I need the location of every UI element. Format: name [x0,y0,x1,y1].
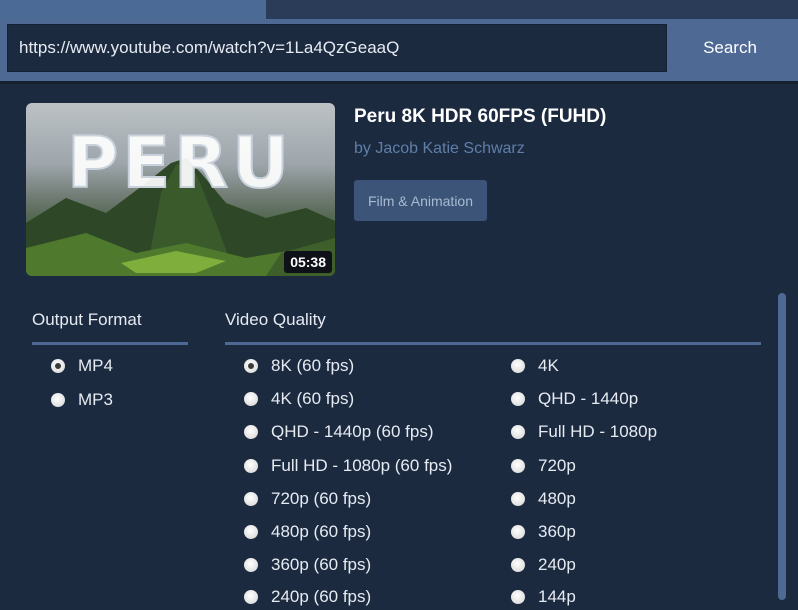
divider [0,81,798,84]
radio-label: 8K (60 fps) [271,356,355,375]
quality-option[interactable]: 4K [511,353,559,379]
quality-option[interactable]: 8K (60 fps) [244,353,354,379]
radio-icon[interactable] [244,459,258,473]
quality-option[interactable]: 480p (60 fps) [244,519,371,545]
radio-icon[interactable] [51,393,65,407]
radio-label: QHD - 1440p [538,389,639,408]
video-title: Peru 8K HDR 60FPS (FUHD) [354,106,607,127]
output-format-title: Output Format [32,310,142,329]
url-input[interactable] [7,24,667,72]
quality-option[interactable]: 240p (60 fps) [244,584,371,610]
scrollbar-thumb[interactable] [778,293,786,600]
tab-active[interactable] [0,0,266,19]
quality-option[interactable]: 240p [511,552,576,578]
quality-option[interactable]: QHD - 1440p [511,386,638,412]
radio-icon[interactable] [511,558,525,572]
quality-option[interactable]: QHD - 1440p (60 fps) [244,419,434,445]
quality-option[interactable]: 360p (60 fps) [244,552,371,578]
radio-label: 240p [538,555,576,574]
radio-selected-icon[interactable] [244,359,258,373]
radio-label: MP4 [78,356,113,375]
quality-option[interactable]: 144p [511,584,576,610]
radio-icon[interactable] [511,425,525,439]
radio-selected-icon[interactable] [51,359,65,373]
search-bar: Search [0,19,798,81]
thumbnail-title: PERU [67,122,293,204]
radio-icon[interactable] [511,359,525,373]
radio-label: 480p (60 fps) [271,522,372,541]
search-button[interactable]: Search [668,24,792,72]
radio-label: Full HD - 1080p [538,422,658,441]
radio-icon[interactable] [244,492,258,506]
video-thumbnail[interactable]: PERU 05:38 [26,103,335,276]
radio-icon[interactable] [244,590,258,604]
quality-option[interactable]: 4K (60 fps) [244,386,354,412]
quality-option[interactable]: 360p [511,519,576,545]
radio-label: 360p (60 fps) [271,555,372,574]
radio-label: 4K [538,356,559,375]
radio-label: Full HD - 1080p (60 fps) [271,456,453,475]
radio-icon[interactable] [511,492,525,506]
radio-icon[interactable] [244,525,258,539]
top-tab-bar [0,0,798,19]
radio-icon[interactable] [511,392,525,406]
radio-label: 144p [538,587,576,606]
radio-icon[interactable] [511,590,525,604]
radio-icon[interactable] [511,525,525,539]
quality-option[interactable]: Full HD - 1080p [511,419,657,445]
radio-icon[interactable] [244,558,258,572]
tab-inactive[interactable] [266,0,798,19]
duration-badge: 05:38 [284,251,332,273]
video-quality-underline [225,342,761,345]
radio-icon[interactable] [244,392,258,406]
quality-option[interactable]: Full HD - 1080p (60 fps) [244,453,452,479]
output-format-underline [32,342,188,345]
quality-option[interactable]: 720p [511,453,576,479]
radio-mp3[interactable]: MP3 [51,387,113,413]
video-quality-title: Video Quality [225,310,326,329]
radio-label: 360p [538,522,576,541]
quality-option[interactable]: 720p (60 fps) [244,486,371,512]
radio-label: QHD - 1440p (60 fps) [271,422,434,441]
radio-mp4[interactable]: MP4 [51,353,113,379]
radio-icon[interactable] [511,459,525,473]
radio-label: 480p [538,489,576,508]
radio-icon[interactable] [244,425,258,439]
radio-label: 240p (60 fps) [271,587,372,606]
radio-label: 720p [538,456,576,475]
category-badge[interactable]: Film & Animation [354,180,487,221]
quality-option[interactable]: 480p [511,486,576,512]
radio-label: 720p (60 fps) [271,489,372,508]
video-author[interactable]: by Jacob Katie Schwarz [354,140,525,158]
radio-label: 4K (60 fps) [271,389,355,408]
radio-label: MP3 [78,390,113,409]
